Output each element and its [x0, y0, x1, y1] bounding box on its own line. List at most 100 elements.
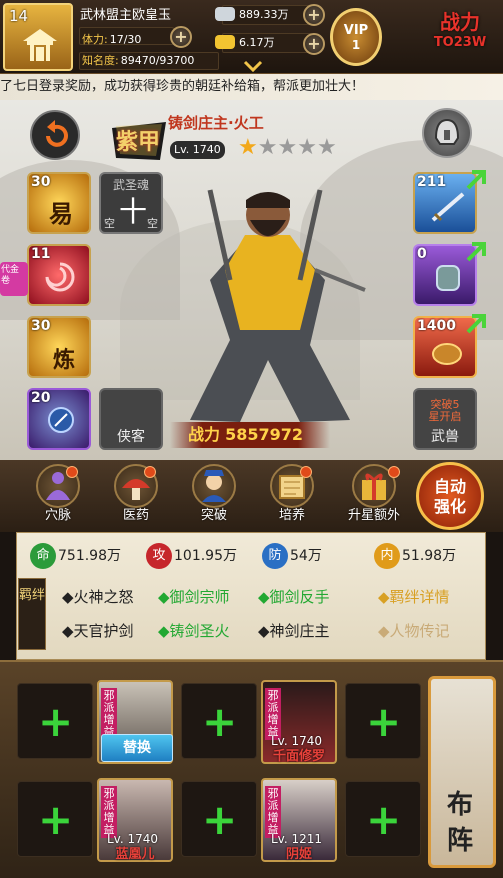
power-value: 5857972	[225, 425, 304, 444]
faction-tag: 邪派增益	[101, 688, 117, 740]
silver-display: 889.33万	[215, 5, 312, 25]
empty-slot[interactable]: +	[17, 683, 93, 759]
fame-label: 知名度:	[82, 54, 119, 67]
defense-badge: 防	[262, 543, 288, 569]
inner-value: 51.98万	[402, 548, 457, 564]
slot-glyph: 十	[119, 195, 148, 228]
auto-enhance-line1: 自动	[433, 477, 466, 496]
action-label: 升星额外	[347, 508, 400, 523]
defense-value: 54万	[290, 548, 322, 564]
stat-defense: 防 54万	[262, 543, 322, 569]
hp-badge: 命	[30, 543, 56, 569]
fame-value: 89470/93700	[120, 54, 195, 67]
stat-attack: 攻 101.95万	[146, 543, 237, 569]
hero-card[interactable]: 邪派增益 Lv. 1211 阴姬	[261, 778, 337, 862]
beast-unlock-text-2: 星开启	[428, 410, 462, 423]
fame-display: 知名度: 89470/93700	[79, 52, 219, 70]
hero-card-name: 千面修罗	[272, 749, 325, 764]
faction-tag: 邪派增益	[101, 786, 117, 838]
chevron-down-icon[interactable]	[243, 60, 263, 72]
empty-slot[interactable]: +	[345, 781, 421, 857]
bond-item: ◆神剑庄主	[258, 622, 330, 640]
lineup-label-1: 布	[447, 790, 474, 820]
orb-icon	[48, 407, 74, 433]
attack-value: 101.95万	[174, 548, 237, 564]
hero-card[interactable]: 邪派增益 Lv. 1740 千面修罗	[261, 680, 337, 764]
upgrade-arrow-icon	[466, 314, 486, 334]
auto-enhance-button[interactable]: 自动 强化	[416, 462, 484, 530]
vip-level: 1	[351, 38, 361, 52]
skill-glyph: 炼	[53, 348, 76, 373]
swap-button[interactable]: 替换	[101, 734, 173, 762]
star-up-bonus-button[interactable]: 升星额外	[338, 464, 410, 523]
skill-slot-1[interactable]: 30 易	[27, 172, 91, 234]
gold-ingot-icon	[215, 35, 235, 49]
add-gold-button[interactable]: +	[303, 33, 325, 55]
stamina-display: 体力: 17/30	[79, 27, 174, 46]
notification-dot	[144, 466, 156, 478]
player-avatar[interactable]: 14	[3, 3, 73, 71]
gold-display: 6.17万	[215, 33, 312, 53]
add-icon: +	[202, 697, 238, 746]
player-name: 武林盟主欧皇玉	[80, 8, 172, 23]
star-empty-icon: ★	[277, 135, 298, 160]
empty-slot[interactable]: +	[181, 683, 257, 759]
vip-label: VIP	[343, 23, 369, 38]
auto-enhance-line2: 强化	[433, 497, 466, 516]
rank-badge-text: 紫甲	[116, 130, 161, 155]
stat-hp: 命 751.98万	[30, 543, 121, 569]
faction-tag: 邪派增益	[265, 688, 281, 740]
back-button[interactable]	[30, 110, 80, 160]
sword-icon	[431, 192, 465, 222]
bond-item-active: ◆御剑反手	[258, 588, 330, 606]
hero-portrait[interactable]	[150, 160, 380, 430]
bond-detail-link[interactable]: ◆羁绊详情	[378, 586, 450, 607]
equipment-helmet-button[interactable]	[422, 108, 472, 158]
acupoint-button[interactable]: 穴脉	[28, 464, 88, 523]
add-stamina-button[interactable]: +	[170, 26, 192, 48]
armor-level: 0	[417, 246, 427, 262]
hero-name: 铸剑庄主·火工	[168, 114, 264, 132]
bond-item: ◆天官护剑	[62, 622, 134, 640]
faction-tag: 邪派增益	[265, 786, 281, 838]
palace-icon	[23, 29, 57, 61]
skill-slot-3[interactable]: 30 炼	[27, 316, 91, 378]
weapon-level: 211	[417, 174, 447, 190]
stat-inner: 内 51.98万	[374, 543, 457, 569]
empty-slot[interactable]: +	[181, 781, 257, 857]
logo-text: 战力	[440, 10, 480, 34]
hero-card-name: 蓝凰儿	[115, 847, 155, 862]
bond-title: 羁绊	[18, 578, 46, 650]
lineup-button[interactable]: 布 阵	[428, 676, 496, 868]
add-icon: +	[366, 795, 402, 844]
add-silver-button[interactable]: +	[303, 4, 325, 26]
rank-badge: 紫甲	[108, 118, 170, 164]
skill-slot-4[interactable]: 20	[27, 388, 91, 450]
announcement-marquee: 了七日登录奖励，成功获得珍贵的朝廷补给箱，帮派更加壮大！	[0, 74, 503, 100]
breakthrough-button[interactable]: 突破	[184, 464, 244, 523]
skill-slot-2[interactable]: 11	[27, 244, 91, 306]
hero-card[interactable]: 邪派增益 Lv. 1740 蓝凰儿	[97, 778, 173, 862]
biography-link[interactable]: ◆人物传记	[378, 620, 450, 641]
star-filled-icon: ★	[238, 135, 258, 160]
beast-slot[interactable]: 突破5 星开启 武兽	[413, 388, 477, 450]
star-rating: ★★★★★	[238, 135, 337, 160]
medicine-button[interactable]: 医药	[106, 464, 166, 523]
action-label: 穴脉	[44, 508, 71, 523]
add-icon: +	[38, 697, 74, 746]
power-ranking-logo[interactable]: 战力 TO23W	[420, 6, 500, 66]
empty-slot[interactable]: +	[345, 683, 421, 759]
hp-value: 751.98万	[58, 548, 121, 564]
cultivate-button[interactable]: 培养	[262, 464, 322, 523]
return-arrow-icon	[46, 120, 68, 147]
upgrade-arrow-icon	[466, 242, 486, 262]
add-icon: +	[202, 795, 238, 844]
vip-badge[interactable]: VIP 1	[330, 8, 382, 66]
swirl-icon	[45, 262, 75, 292]
empty-slot[interactable]: +	[17, 781, 93, 857]
stamina-label: 体力:	[82, 33, 108, 46]
logo-sub: TO23W	[433, 35, 487, 50]
voucher-tag[interactable]: 代金卷	[0, 262, 28, 296]
silver-value: 889.33万	[239, 8, 289, 21]
hero-card-name: 阴姬	[285, 847, 312, 862]
